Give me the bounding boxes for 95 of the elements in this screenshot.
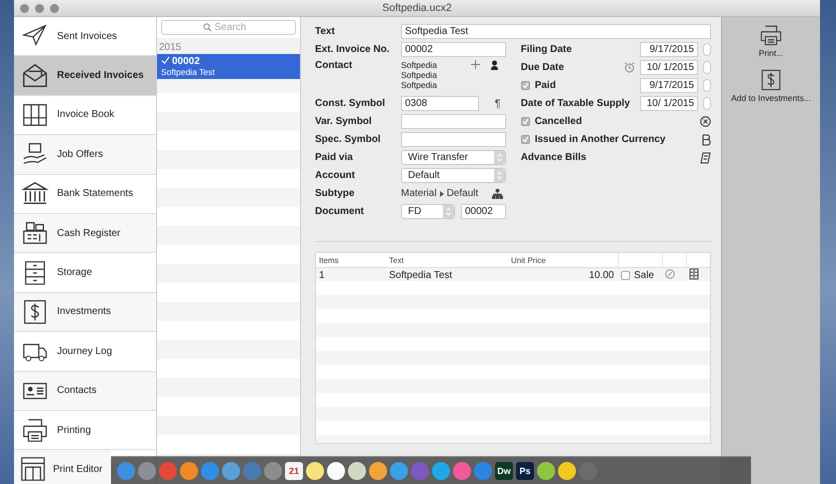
input-field[interactable]: 00002 bbox=[401, 42, 506, 57]
input-field[interactable] bbox=[401, 132, 506, 147]
field-label: Paid bbox=[534, 80, 556, 91]
date-stepper[interactable] bbox=[703, 79, 711, 92]
dropdown[interactable]: Wire Transfer bbox=[401, 150, 506, 165]
table-cell-text: 10.00 bbox=[588, 270, 615, 281]
subtype-part: Default bbox=[446, 188, 478, 199]
layout-icon bbox=[19, 455, 47, 484]
field-label: Spec. Symbol bbox=[315, 134, 382, 145]
checkbox[interactable] bbox=[621, 271, 630, 280]
search-icon bbox=[202, 23, 212, 32]
toolbar-button[interactable]: Add to Investments... bbox=[731, 68, 811, 103]
sidebar-item[interactable]: Cash Register bbox=[14, 214, 156, 254]
dock-app-icon[interactable] bbox=[180, 462, 198, 480]
person-icon[interactable] bbox=[490, 60, 499, 70]
field-label: Advance Bills bbox=[520, 152, 586, 163]
field-label: Contact bbox=[315, 60, 354, 71]
table-cell-text: Softpedia Test bbox=[388, 270, 454, 281]
sidebar-item[interactable]: Received Invoices bbox=[14, 56, 156, 96]
printer-icon bbox=[759, 23, 783, 47]
field-label: Cancelled bbox=[534, 116, 582, 127]
date-field[interactable]: 9/17/2015 bbox=[640, 42, 698, 57]
sidebar-item[interactable]: Job Offers bbox=[14, 135, 156, 175]
field-label: Const. Symbol bbox=[315, 98, 386, 109]
dock-app-icon[interactable]: 21 bbox=[285, 462, 303, 480]
field-label: Text bbox=[315, 26, 336, 37]
field-label: Ext. Invoice No. bbox=[315, 44, 390, 55]
sidebar-item[interactable]: Investments bbox=[14, 292, 156, 332]
toolbar-button[interactable]: Print... bbox=[758, 23, 784, 58]
window-title: Softpedia.ucx2 bbox=[382, 2, 452, 14]
input-field[interactable]: 0308 bbox=[401, 96, 479, 111]
text-field[interactable]: Softpedia Test bbox=[401, 24, 711, 39]
dock-app-icon[interactable] bbox=[537, 462, 555, 480]
discount-icon[interactable] bbox=[665, 269, 675, 279]
alarm-clock-icon[interactable] bbox=[624, 62, 635, 73]
dock-app-icon[interactable] bbox=[558, 462, 576, 480]
dock-app-icon[interactable]: Ps bbox=[516, 462, 534, 480]
paragraph-button[interactable]: ¶ bbox=[494, 98, 509, 110]
date-stepper[interactable] bbox=[703, 61, 711, 74]
sidebar-item[interactable]: Contacts bbox=[14, 372, 156, 411]
sidebar-item[interactable]: Bank Statements bbox=[14, 174, 156, 214]
hierarchy-icon[interactable] bbox=[492, 188, 504, 198]
field-label: Subtype bbox=[315, 188, 356, 199]
checkbox[interactable] bbox=[520, 81, 530, 90]
column-header[interactable]: Text bbox=[386, 256, 508, 264]
contact-line: Softpedia bbox=[401, 60, 438, 70]
date-stepper[interactable] bbox=[703, 97, 711, 110]
envelope-icon bbox=[21, 62, 49, 90]
stepper-icon[interactable] bbox=[494, 151, 505, 164]
dock-app-icon[interactable] bbox=[327, 462, 345, 480]
dock-app-icon[interactable] bbox=[369, 462, 387, 480]
date-field[interactable]: 10/ 1/2015 bbox=[640, 96, 698, 111]
input-field[interactable]: 00002 bbox=[461, 204, 506, 219]
invoice-list-item[interactable]: 00002 Softpedia Test bbox=[157, 54, 300, 79]
dock-app-icon[interactable] bbox=[306, 462, 324, 480]
field-label: Issued in Another Currency bbox=[534, 134, 666, 145]
stepper-icon[interactable] bbox=[443, 205, 454, 218]
table-cell-text: 1 bbox=[318, 270, 326, 281]
field-label: Date of Taxable Supply bbox=[520, 98, 630, 109]
sidebar-item[interactable]: Print Editor bbox=[14, 450, 111, 484]
add-icon[interactable] bbox=[471, 60, 480, 69]
field-label: Paid via bbox=[315, 152, 354, 163]
search-input[interactable]: Search bbox=[214, 22, 254, 33]
field-label: Due Date bbox=[520, 62, 564, 73]
bills-icon[interactable] bbox=[700, 152, 711, 164]
dock-app-icon[interactable]: Dw bbox=[495, 462, 513, 480]
checkbox[interactable] bbox=[520, 135, 530, 144]
drawers-icon[interactable] bbox=[689, 268, 699, 280]
stepper-icon[interactable] bbox=[494, 169, 505, 182]
dropdown[interactable]: Default bbox=[401, 168, 506, 183]
cancel-icon[interactable] bbox=[700, 116, 711, 127]
field-label: Document bbox=[315, 206, 365, 217]
printer-icon bbox=[21, 416, 49, 444]
currency-icon[interactable] bbox=[701, 134, 711, 146]
subtype-part: Material bbox=[401, 188, 437, 199]
date-field[interactable]: 9/17/2015 bbox=[640, 78, 698, 93]
contact-line: Softpedia bbox=[401, 70, 438, 80]
dock-app-icon[interactable] bbox=[348, 462, 366, 480]
checkbox-label: Sale bbox=[634, 270, 654, 281]
search-field[interactable]: Search bbox=[161, 20, 296, 35]
field-label: Filing Date bbox=[520, 44, 572, 55]
column-header[interactable]: Unit Price bbox=[508, 256, 618, 264]
checkbox[interactable] bbox=[520, 117, 530, 126]
dollar-icon bbox=[21, 298, 49, 326]
separator-icon bbox=[440, 190, 444, 196]
date-field[interactable]: 10/ 1/2015 bbox=[640, 60, 698, 75]
input-field[interactable] bbox=[401, 114, 506, 129]
field-label: Account bbox=[315, 170, 356, 181]
field-label: Var. Symbol bbox=[315, 116, 373, 127]
dropdown[interactable]: FD bbox=[401, 204, 455, 219]
column-header[interactable]: Items bbox=[316, 256, 386, 264]
dollar-icon bbox=[758, 68, 783, 92]
contact-line: Softpedia bbox=[401, 80, 438, 90]
checkmark-icon bbox=[161, 56, 170, 65]
date-stepper[interactable] bbox=[703, 43, 711, 56]
